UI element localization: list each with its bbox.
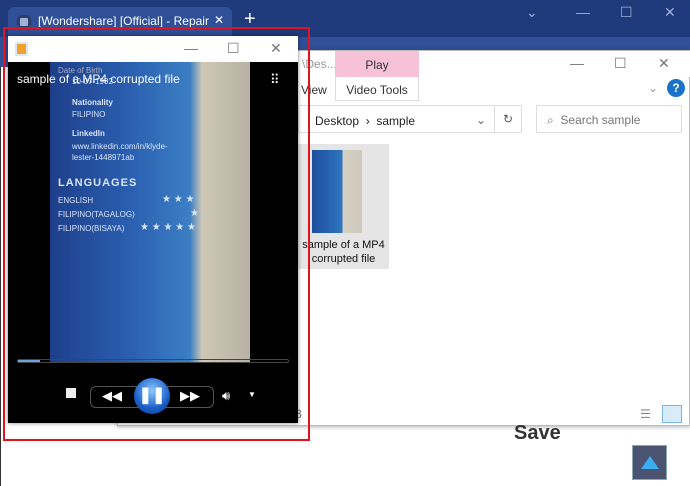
search-placeholder: Search sample — [560, 113, 641, 127]
refresh-button[interactable]: ↻ — [494, 105, 522, 133]
search-icon: ⌕ — [547, 113, 554, 127]
breadcrumb-sample[interactable]: sample — [376, 114, 415, 128]
play-context-tab[interactable]: Play — [335, 51, 419, 77]
file-item[interactable]: sample of a MP4 corrupted file — [298, 144, 389, 269]
maximize-button[interactable]: ☐ — [620, 4, 633, 21]
tab-title: [Wondershare] [Official] - Repair — [38, 14, 209, 28]
details-view-icon[interactable]: ☰ — [640, 407, 651, 421]
explorer-maximize[interactable]: ☐ — [614, 55, 627, 72]
ribbon-expand-icon[interactable]: ⌄ — [648, 81, 658, 95]
ribbon-tab-video-tools[interactable]: Video Tools — [335, 77, 419, 101]
close-button[interactable]: ✕ — [664, 4, 676, 21]
file-name: sample of a MP4 corrupted file — [302, 239, 385, 265]
tab-close-icon[interactable]: ✕ — [214, 13, 224, 27]
video-thumbnail — [312, 150, 362, 233]
explorer-minimize[interactable]: — — [570, 55, 584, 71]
highlight-box — [3, 27, 310, 441]
search-input[interactable]: ⌕ Search sample — [536, 105, 682, 133]
explorer-close[interactable]: ✕ — [658, 55, 670, 72]
address-path[interactable]: Desktop › sample ⌄ — [298, 105, 494, 133]
help-icon[interactable]: ? — [667, 79, 685, 97]
chevron-down-icon[interactable]: ⌄ — [476, 113, 486, 127]
save-heading: Save — [514, 422, 561, 444]
breadcrumb-desktop[interactable]: Desktop — [315, 114, 359, 128]
large-icons-view-icon[interactable] — [662, 405, 682, 423]
tab-search-icon[interactable]: ⌄ — [526, 4, 538, 21]
minimize-button[interactable]: — — [576, 4, 590, 20]
scroll-to-top-button[interactable] — [632, 445, 667, 480]
